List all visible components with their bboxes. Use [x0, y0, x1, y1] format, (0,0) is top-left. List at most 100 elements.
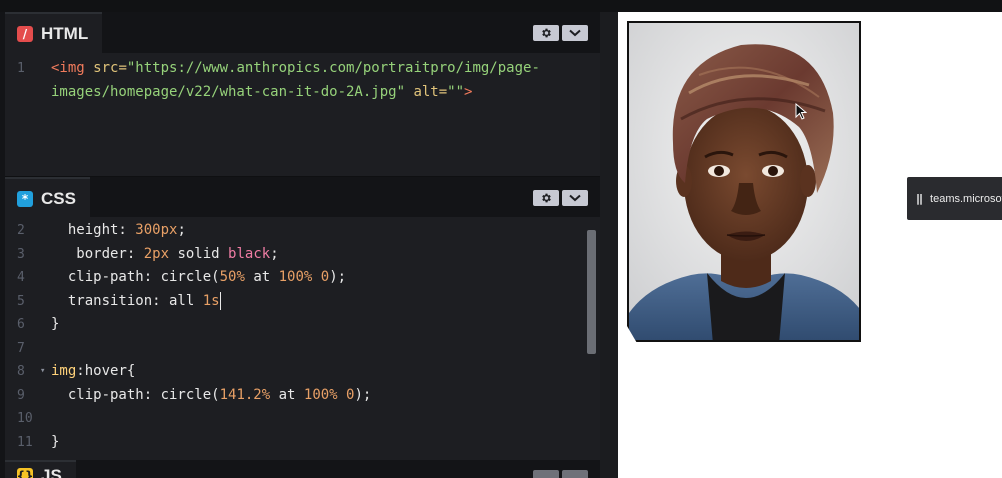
- portrait-illustration: [629, 23, 859, 340]
- code-text: }: [51, 431, 59, 455]
- code-token: >: [464, 83, 473, 100]
- code-line[interactable]: 4 clip-path: circle(50% at 100% 0);: [5, 266, 600, 290]
- code-text: clip-path: circle(50% at 100% 0);: [51, 266, 346, 290]
- code-text: <img src="https://www.anthropics.com/por…: [51, 57, 540, 81]
- code-token: images/homepage/v22/what-can-it-do-2A.jp…: [51, 83, 406, 100]
- css-collapse-button[interactable]: [562, 190, 588, 206]
- code-token: "": [447, 83, 465, 100]
- css-tab-label: CSS: [41, 188, 76, 208]
- code-token: black: [228, 245, 271, 262]
- code-token: }: [51, 433, 60, 450]
- code-token: 141.2%: [219, 386, 271, 403]
- js-tab[interactable]: {} JS: [5, 460, 76, 478]
- code-text: border: 2px solid black;: [51, 243, 278, 267]
- code-token: border:: [51, 245, 144, 262]
- code-line[interactable]: 8 ▾ img:hover{: [5, 360, 600, 384]
- html-code-area[interactable]: 1 <img src="https://www.anthropics.com/po…: [5, 53, 600, 176]
- js-panel: {} JS: [5, 460, 600, 478]
- line-number: 7: [17, 340, 25, 356]
- code-token: src=: [93, 60, 127, 76]
- code-token: );: [354, 386, 372, 403]
- html-slash-icon: /: [17, 25, 33, 42]
- css-tab[interactable]: * CSS: [5, 177, 90, 218]
- js-tab-label: JS: [41, 466, 62, 478]
- css-code-area[interactable]: 2 height: 300px; 3 border: 2px solid blac…: [5, 217, 600, 460]
- line-number: 8 ▾: [5, 360, 51, 384]
- css-asterisk-icon: *: [17, 190, 33, 207]
- line-number: 10: [17, 411, 33, 426]
- line-number: 11: [17, 434, 33, 450]
- code-text: clip-path: circle(141.2% at 100% 0);: [51, 384, 372, 408]
- code-line[interactable]: 7: [5, 337, 600, 361]
- css-panel-header: * CSS: [5, 176, 600, 218]
- code-token: 2px: [143, 245, 170, 262]
- pause-icon: ||: [916, 192, 923, 205]
- text-cursor: [219, 291, 221, 310]
- code-token: circle(: [160, 386, 220, 403]
- code-token: clip-path:: [51, 269, 161, 285]
- code-line[interactable]: 6}: [5, 313, 600, 337]
- js-collapse-button[interactable]: [562, 470, 588, 478]
- css-settings-button[interactable]: [533, 190, 559, 206]
- chevron-down-icon: [569, 29, 581, 37]
- line-number: 9: [17, 387, 25, 403]
- html-panel: / HTML 1 <img src="https://www.anthropics…: [5, 12, 600, 176]
- code-token: }: [51, 316, 60, 332]
- css-panel: * CSS 2 height: 300px; 3 border: 2px soli…: [5, 176, 600, 460]
- code-token: alt=: [405, 83, 448, 100]
- js-icon: {}: [16, 468, 34, 478]
- code-token: 100%: [278, 269, 313, 285]
- screen-share-notification[interactable]: || teams.microsoft.: [907, 177, 1002, 220]
- html-tab-label: HTML: [41, 23, 89, 43]
- line-number: 5: [17, 293, 25, 309]
- code-token: 0: [320, 269, 330, 285]
- code-token: clip-path:: [51, 386, 161, 403]
- code-line[interactable]: 10: [5, 407, 600, 431]
- code-line[interactable]: images/homepage/v22/what-can-it-do-2A.jp…: [5, 81, 600, 105]
- code-text: img:hover{: [51, 360, 135, 384]
- portrait-image[interactable]: [627, 21, 861, 342]
- code-token: :hover{: [76, 363, 136, 379]
- html-panel-header: / HTML: [5, 12, 600, 53]
- code-line[interactable]: 11}: [5, 431, 600, 455]
- code-token: <img: [51, 60, 94, 76]
- code-line[interactable]: 2 height: 300px;: [5, 219, 600, 243]
- code-token: 1s: [202, 292, 220, 309]
- code-text: transition: all 1s: [51, 290, 221, 314]
- fold-arrow-icon[interactable]: ▾: [40, 360, 45, 384]
- code-token: solid: [169, 245, 229, 262]
- line-number: [5, 81, 51, 105]
- code-line[interactable]: 5 transition: all 1s: [5, 290, 600, 314]
- code-token: 100%: [303, 386, 338, 403]
- code-line[interactable]: 3 border: 2px solid black;: [5, 243, 600, 267]
- code-token: ;: [177, 222, 186, 238]
- code-editor: / HTML 1 <img src="https://www.anthropics…: [0, 12, 610, 478]
- code-token: img: [51, 363, 77, 379]
- code-text: images/homepage/v22/what-can-it-do-2A.jp…: [51, 81, 472, 105]
- code-token: height:: [51, 222, 136, 238]
- code-token: 50%: [219, 269, 245, 285]
- code-token: );: [329, 269, 347, 285]
- html-collapse-button[interactable]: [562, 25, 588, 41]
- html-settings-button[interactable]: [533, 25, 559, 41]
- gear-icon: [542, 28, 551, 38]
- line-number: 6: [17, 317, 25, 332]
- css-scrollbar[interactable]: [587, 230, 596, 354]
- code-token: "https://www.anthropics.com/portraitpro/…: [126, 60, 540, 76]
- code-token: transition: all: [51, 292, 203, 309]
- js-settings-button[interactable]: [533, 470, 559, 478]
- gear-icon: [542, 193, 551, 203]
- code-token: circle(: [160, 269, 220, 285]
- chevron-down-icon: [569, 194, 581, 202]
- code-line[interactable]: 9 clip-path: circle(141.2% at 100% 0);: [5, 384, 600, 408]
- code-token: at: [270, 386, 304, 403]
- notification-text: teams.microsoft.: [930, 192, 1002, 205]
- html-tab[interactable]: / HTML: [5, 12, 103, 53]
- code-token: 300px: [135, 222, 178, 238]
- resize-divider[interactable]: [600, 12, 618, 478]
- preview-pane: [618, 12, 1002, 478]
- code-line[interactable]: 1 <img src="https://www.anthropics.com/po…: [5, 57, 600, 81]
- top-bar: [0, 0, 1002, 12]
- code-text: }: [51, 313, 59, 337]
